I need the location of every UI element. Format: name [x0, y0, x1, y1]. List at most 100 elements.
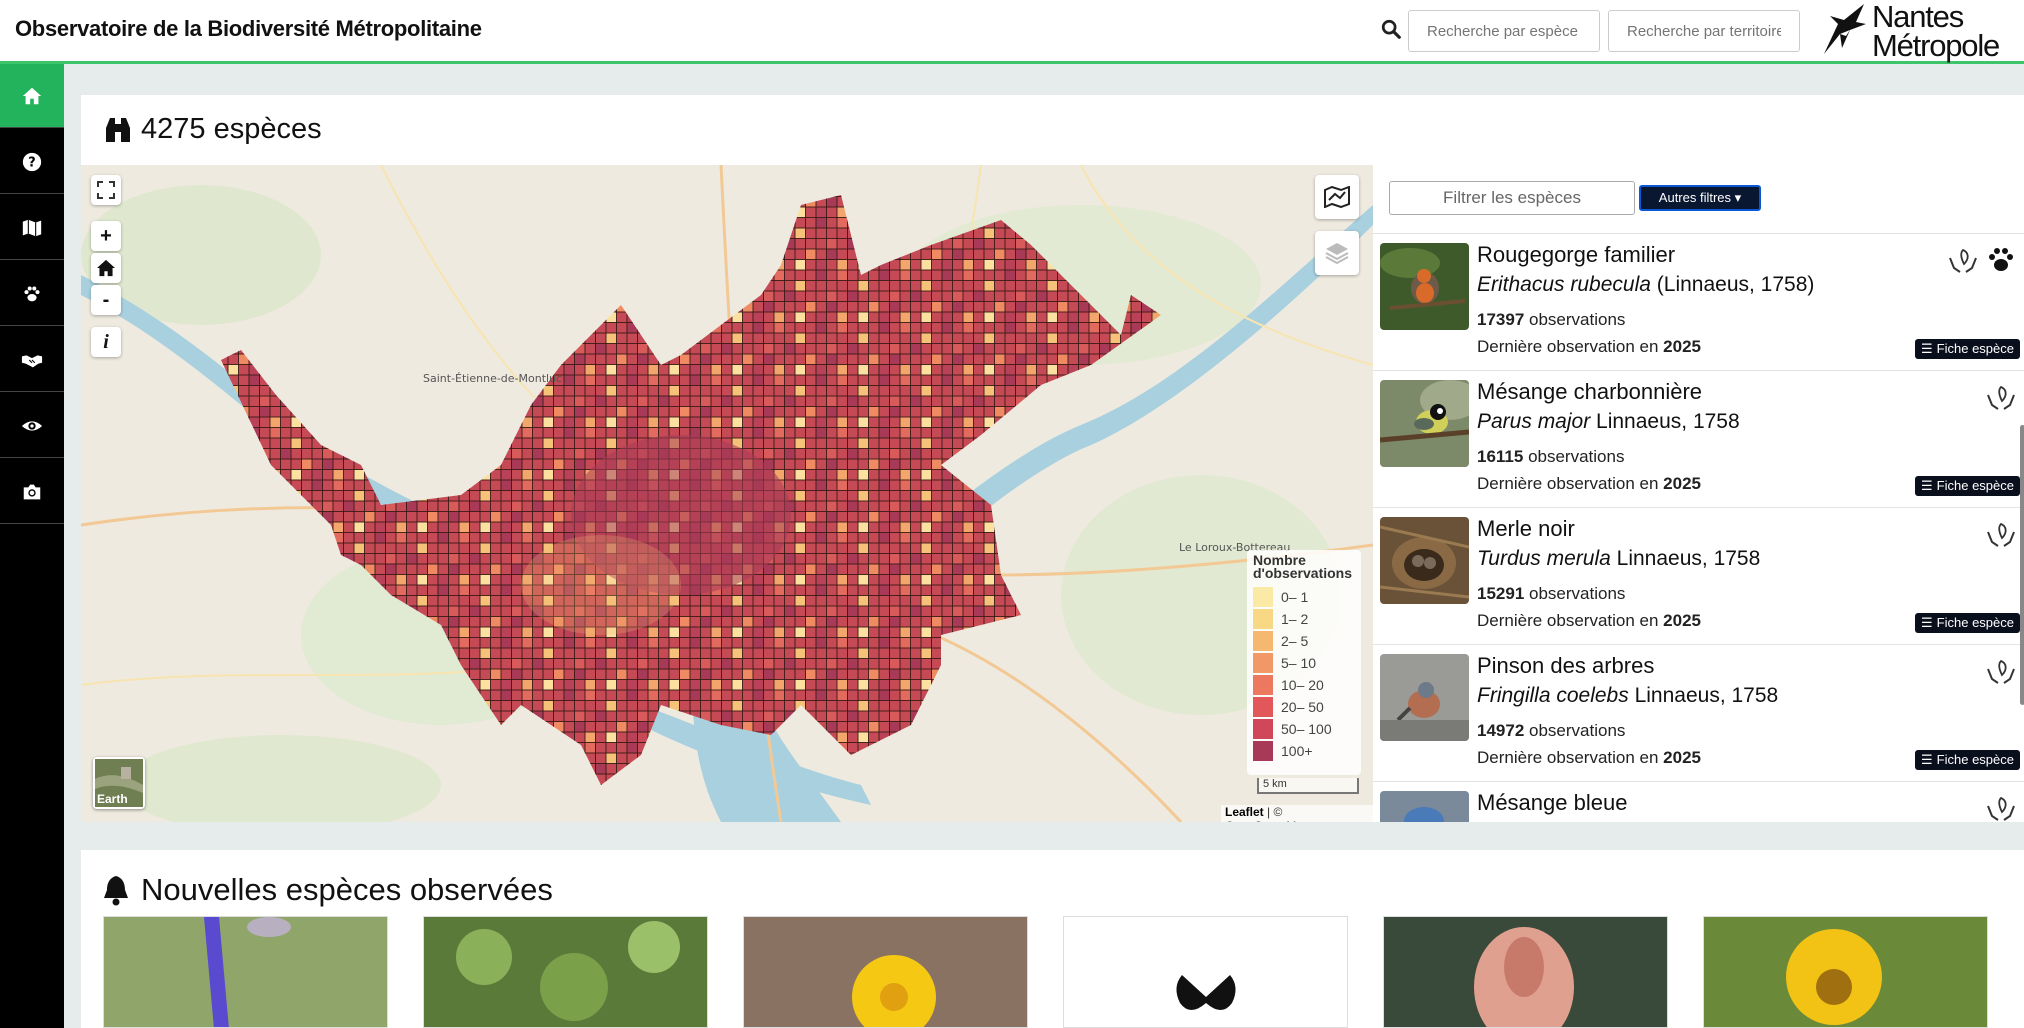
legend-item: 20– 50: [1253, 696, 1355, 718]
layers-icon: [1325, 243, 1349, 265]
species-panel: 4275 espèces Saint-Étienne-de-Montluc Le…: [81, 95, 2024, 822]
species-photo[interactable]: [1380, 517, 1469, 604]
species-last-observation: Dernière observation en 2025: [1477, 748, 1701, 768]
sidebar-item-map[interactable]: [0, 196, 64, 260]
map-scale: 5 km: [1257, 778, 1359, 794]
species-photo[interactable]: [1380, 243, 1469, 330]
new-species-card[interactable]: [1703, 916, 1988, 1028]
legend-label: 20– 50: [1281, 699, 1324, 715]
handshake-icon: [21, 354, 43, 367]
species-last-observation: Dernière observation en 2025: [1477, 611, 1701, 631]
sidebar-item-species[interactable]: [0, 262, 64, 326]
map-export-button[interactable]: [1315, 175, 1359, 219]
search-icon[interactable]: [1380, 18, 1402, 40]
legend-swatch: [1253, 587, 1273, 607]
species-count-heading: 4275 espèces: [103, 113, 322, 146]
new-species-section: Nouvelles espèces observées: [81, 850, 2024, 1028]
other-filters-dropdown[interactable]: Autres filtres ▾: [1639, 185, 1761, 211]
earth-label: Earth: [97, 792, 128, 806]
species-thumbnail: [1384, 917, 1667, 1027]
new-species-card[interactable]: [103, 916, 388, 1028]
species-observation-count: 15291 observations: [1477, 584, 1625, 604]
species-author: (Linnaeus, 1758): [1650, 273, 1815, 296]
header: Observatoire de la Biodiversité Métropol…: [0, 0, 2024, 64]
sidebar-item-home[interactable]: [0, 64, 64, 128]
logo-text: Nantes Métropole: [1872, 1, 2000, 61]
species-filter-input[interactable]: Filtrer les espèces: [1389, 181, 1635, 215]
scale-label: 5 km: [1263, 778, 1287, 790]
species-common-name[interactable]: Mésange charbonnière: [1477, 379, 1702, 405]
legend-item: 5– 10: [1253, 652, 1355, 674]
species-common-name[interactable]: Mésange bleue: [1477, 790, 1627, 816]
species-sheet-label: Fiche espèce: [1936, 615, 2014, 630]
species-author: Linnaeus, 1758: [1590, 410, 1740, 433]
new-species-card[interactable]: [1063, 916, 1348, 1028]
last-obs-label: Dernière observation en: [1477, 474, 1664, 493]
species-item[interactable]: Merle noir Turdus merula Linnaeus, 1758 …: [1373, 508, 2024, 645]
obs-count-label: observations: [1524, 721, 1626, 740]
sidebar-item-help[interactable]: ?: [0, 130, 64, 194]
new-species-card[interactable]: [743, 916, 1028, 1028]
legend-label: 1– 2: [1281, 611, 1309, 627]
last-obs-label: Dernière observation en: [1477, 611, 1664, 630]
species-thumbnail: [744, 917, 1027, 1027]
legend-item: 10– 20: [1253, 674, 1355, 696]
species-list[interactable]: Rougegorge familier Erithacus rubecula (…: [1373, 233, 2024, 822]
species-photo[interactable]: [1380, 654, 1469, 741]
species-common-name[interactable]: Pinson des arbres: [1477, 653, 1654, 679]
species-sheet-button[interactable]: ☰ Fiche espèce: [1915, 750, 2020, 770]
question-icon: ?: [22, 152, 42, 171]
species-list-scrollbar[interactable]: [2020, 425, 2024, 705]
legend-item: 50– 100: [1253, 718, 1355, 740]
species-sheet-button[interactable]: ☰ Fiche espèce: [1915, 476, 2020, 496]
fullscreen-button[interactable]: [91, 175, 121, 205]
sidebar-item-partners[interactable]: [0, 328, 64, 392]
species-common-name[interactable]: Merle noir: [1477, 516, 1575, 542]
sidebar-item-observe[interactable]: [0, 394, 64, 458]
legend-swatch: [1253, 631, 1273, 651]
sidebar-item-photos[interactable]: [0, 460, 64, 524]
zoom-in-button[interactable]: +: [91, 221, 121, 251]
protected-hands-icon: [1987, 522, 2015, 547]
species-observation-count: 17397 observations: [1477, 310, 1625, 330]
species-item[interactable]: Rougegorge familier Erithacus rubecula (…: [1373, 234, 2024, 371]
paw-icon: [1989, 248, 2013, 271]
legend-label: 50– 100: [1281, 721, 1332, 737]
layers-button[interactable]: [1315, 231, 1359, 275]
species-item[interactable]: Pinson des arbres Fringilla coelebs Linn…: [1373, 645, 2024, 782]
last-obs-label: Dernière observation en: [1477, 748, 1664, 767]
species-last-observation: Dernière observation en 2025: [1477, 337, 1701, 357]
site-title[interactable]: Observatoire de la Biodiversité Métropol…: [15, 16, 482, 42]
home-extent-button[interactable]: [91, 253, 121, 283]
zoom-out-button[interactable]: -: [91, 285, 121, 315]
info-button[interactable]: i: [91, 327, 121, 357]
territory-search-input[interactable]: [1608, 10, 1800, 52]
home-icon: [22, 87, 42, 104]
species-last-observation: Dernière observation en 2025: [1477, 474, 1701, 494]
paw-icon: [24, 285, 40, 301]
species-photo[interactable]: [1380, 380, 1469, 467]
nantes-metropole-logo[interactable]: Nantes Métropole: [1820, 1, 2010, 62]
observation-map[interactable]: Saint-Étienne-de-Montluc Le Loroux-Botte…: [81, 165, 1373, 822]
species-search-input[interactable]: [1408, 10, 1600, 52]
species-item[interactable]: Mésange charbonnière Parus major Linnaeu…: [1373, 371, 2024, 508]
info-label: i: [103, 330, 109, 353]
leaflet-link[interactable]: Leaflet: [1225, 805, 1264, 819]
species-photo[interactable]: [1380, 791, 1469, 822]
new-species-card[interactable]: [423, 916, 708, 1028]
species-thumbnail: [424, 917, 707, 1027]
obs-count-value: 17397: [1477, 310, 1525, 329]
legend-label: 2– 5: [1281, 633, 1309, 649]
species-item[interactable]: Mésange bleue: [1373, 782, 2024, 822]
species-sheet-button[interactable]: ☰ Fiche espèce: [1915, 613, 2020, 633]
species-status-icons: [1984, 792, 2018, 822]
home-icon: [97, 259, 115, 277]
species-common-name[interactable]: Rougegorge familier: [1477, 242, 1675, 268]
legend-swatch: [1253, 697, 1273, 717]
species-author: Linnaeus, 1758: [1610, 547, 1761, 570]
legend-swatch: [1253, 675, 1273, 695]
new-species-card[interactable]: [1383, 916, 1668, 1028]
basemap-toggle-button[interactable]: Earth: [93, 757, 145, 809]
list-icon: ☰: [1921, 615, 1933, 630]
species-sheet-button[interactable]: ☰ Fiche espèce: [1915, 339, 2020, 359]
